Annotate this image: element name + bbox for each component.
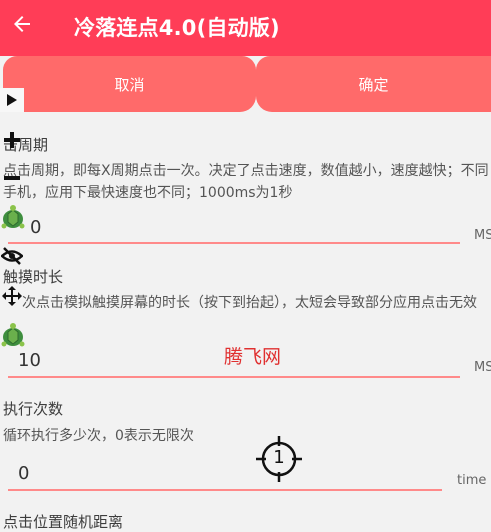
repeat-count-label: 执行次数 [3,400,64,418]
watermark: 腾飞网 [224,346,282,368]
minus-icon[interactable] [0,166,24,190]
click-target-crosshair[interactable]: 1 [256,436,302,482]
click-period-underline [8,242,460,244]
repeat-count-unit: time [457,473,487,488]
touch-duration-description: 次点击模拟触摸屏幕的时长（按下到抬起），太短会导致部分应用点击无效 [22,295,477,311]
click-period-description: 点击周期，即每X周期点击一次。决定了点击速度，数值越小，速度越快；不同手机，应用… [3,163,489,201]
arrow-back-icon[interactable] [10,12,34,36]
play-icon[interactable] [0,88,24,112]
confirm-button[interactable]: 确定 [256,56,491,112]
plus-icon[interactable] [0,128,24,152]
repeat-count-underline [8,489,442,491]
turtle-icon[interactable] [0,204,26,232]
app-bar: 冷落连点4.0(自动版) [0,0,491,56]
click-period-unit: MS [474,228,491,243]
click-target-number: 1 [273,447,285,468]
turtle-icon[interactable] [0,322,26,350]
move-icon[interactable] [0,284,24,308]
repeat-count-description: 循环执行多少次，0表示无限次 [3,428,194,444]
cancel-button[interactable]: 取消 [3,56,256,112]
touch-duration-unit: MS [474,360,491,375]
click-period-input[interactable] [30,217,450,238]
repeat-count-input[interactable] [18,463,418,484]
page-title: 冷落连点4.0(自动版) [74,16,280,40]
touch-duration-underline [8,376,460,378]
eye-off-icon[interactable] [0,244,24,268]
